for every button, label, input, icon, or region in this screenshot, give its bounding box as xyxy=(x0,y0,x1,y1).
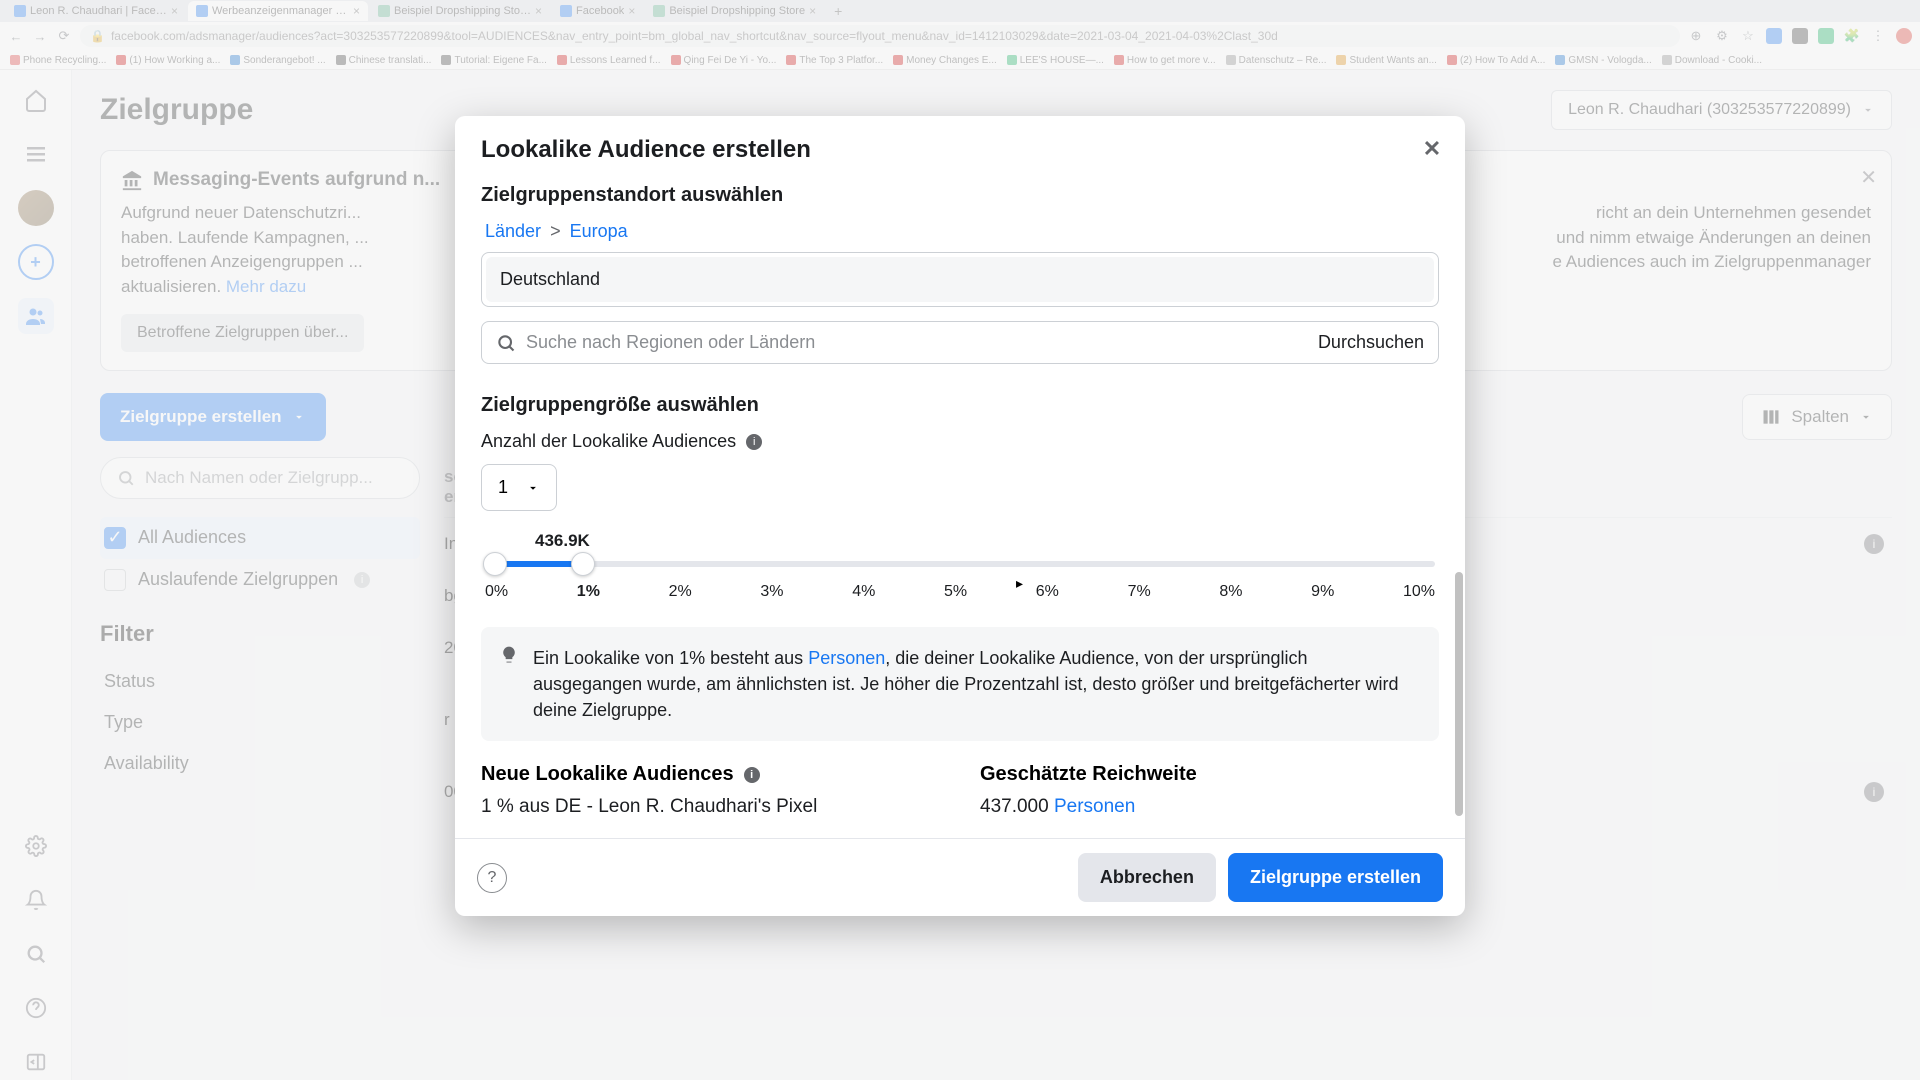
cancel-button[interactable]: Abbrechen xyxy=(1078,853,1216,902)
browse-link[interactable]: Durchsuchen xyxy=(1318,332,1424,353)
region-search-input[interactable] xyxy=(526,332,1318,353)
location-chip[interactable]: Deutschland xyxy=(486,257,1434,302)
crumb-europe[interactable]: Europa xyxy=(570,221,628,241)
modal-footer: ? Abbrechen Zielgruppe erstellen xyxy=(455,838,1465,916)
slider-track[interactable] xyxy=(485,561,1435,567)
breadcrumb: Länder > Europa xyxy=(481,221,1439,242)
slider-tick: 2% xyxy=(669,583,692,601)
percentage-slider[interactable]: 436.9K 0%1%2%3%4%5%6%7%8%9%10% xyxy=(485,561,1435,601)
slider-ticks: 0% 1% 2% 3% 4% 5% 6% 7% 8% 9% 10% xyxy=(485,583,1435,601)
slider-tick: 3% xyxy=(760,583,783,601)
search-icon xyxy=(496,333,516,353)
audience-count-dropdown[interactable]: 1 xyxy=(481,464,557,511)
close-icon[interactable]: ✕ xyxy=(1415,132,1449,166)
tip-box: Ein Lookalike von 1% besteht aus Persone… xyxy=(481,627,1439,741)
info-icon[interactable]: i xyxy=(746,434,762,450)
location-box: Deutschland xyxy=(481,252,1439,307)
slider-tick: 8% xyxy=(1219,583,1242,601)
modal-scrollbar[interactable] xyxy=(1455,236,1463,846)
info-icon[interactable]: i xyxy=(744,767,760,783)
lookalike-modal: Lookalike Audience erstellen ✕ Zielgrupp… xyxy=(455,116,1465,916)
new-audience-value: 1 % aus DE - Leon R. Chaudhari's Pixel xyxy=(481,796,940,818)
cursor: ▸ xyxy=(1016,575,1023,592)
slider-tick: 0% xyxy=(485,583,508,601)
slider-tick: 6% xyxy=(1036,583,1059,601)
slider-thumb-start[interactable] xyxy=(483,552,507,576)
slider-value-label: 436.9K xyxy=(535,531,590,551)
count-label: Anzahl der Lookalike Audiences i xyxy=(481,431,1439,452)
dropdown-value: 1 xyxy=(498,477,508,498)
section-size-title: Zielgruppengröße auswählen xyxy=(481,394,1439,417)
section-location-title: Zielgruppenstandort auswählen xyxy=(481,184,1439,207)
crumb-countries[interactable]: Länder xyxy=(485,221,541,241)
summary-row: Neue Lookalike Audiences i 1 % aus DE - … xyxy=(481,763,1439,818)
slider-tick: 4% xyxy=(852,583,875,601)
help-icon[interactable]: ? xyxy=(477,863,507,893)
reach-value: 437.000 Personen xyxy=(980,796,1439,818)
new-audiences-heading: Neue Lookalike Audiences i xyxy=(481,763,940,786)
slider-tick: 10% xyxy=(1403,583,1435,601)
modal-title: Lookalike Audience erstellen xyxy=(481,136,811,163)
slider-tick: 9% xyxy=(1311,583,1334,601)
slider-tick: 1% xyxy=(577,583,600,601)
chevron-down-icon xyxy=(526,481,540,495)
persons-link[interactable]: Personen xyxy=(1054,796,1135,817)
slider-thumb-end[interactable] xyxy=(571,552,595,576)
create-audience-button[interactable]: Zielgruppe erstellen xyxy=(1228,853,1443,902)
persons-link[interactable]: Personen xyxy=(808,648,885,668)
lightbulb-icon xyxy=(499,645,519,723)
slider-tick: 7% xyxy=(1128,583,1151,601)
reach-heading: Geschätzte Reichweite xyxy=(980,763,1439,786)
slider-tick: 5% xyxy=(944,583,967,601)
region-search[interactable]: Durchsuchen xyxy=(481,321,1439,364)
